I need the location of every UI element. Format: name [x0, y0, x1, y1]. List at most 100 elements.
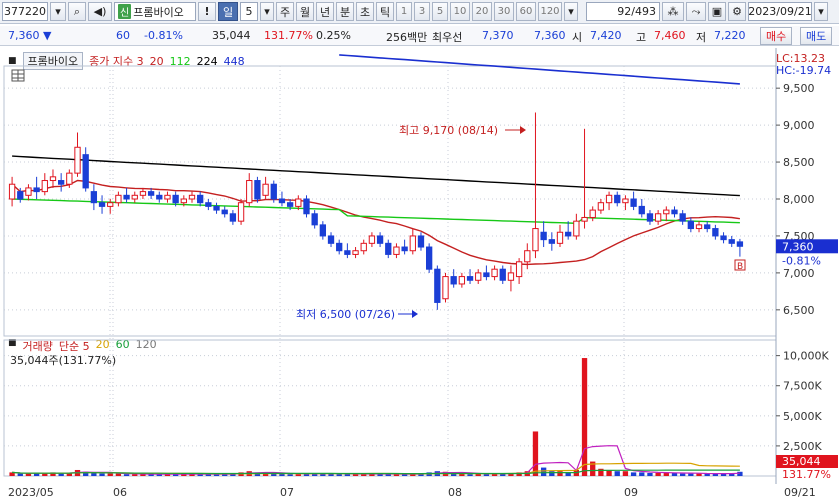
candle-body	[491, 268, 498, 278]
candle-body	[123, 194, 130, 200]
volume-tick-label: 5,000K	[783, 410, 822, 423]
candle-body	[295, 198, 302, 207]
candle-body	[589, 209, 596, 218]
volume-ma20-line	[12, 462, 740, 475]
price-tick-label: 8,000	[783, 193, 815, 206]
candle-body	[376, 235, 384, 244]
volume-bar	[115, 473, 122, 476]
candle-body	[532, 228, 539, 252]
volume-bar	[17, 473, 23, 476]
candle-body	[25, 187, 32, 196]
candle-body	[49, 176, 57, 182]
candle-body	[385, 242, 392, 255]
date-tick-label: 09	[624, 486, 638, 499]
volume-bar	[336, 474, 342, 476]
candle-body	[679, 213, 686, 222]
signal-b-label: B	[737, 262, 743, 272]
candle-body	[115, 194, 122, 204]
candle-body	[475, 272, 482, 281]
candle-body	[197, 194, 204, 204]
candle-body	[311, 213, 318, 226]
price-tick-label: 7,000	[783, 267, 815, 280]
volume-bar	[123, 474, 130, 476]
candle-body	[74, 146, 81, 174]
candle-body	[630, 198, 637, 207]
volume-bar	[295, 474, 301, 476]
candle-body	[229, 213, 237, 222]
price-chart[interactable]: 9,5009,0008,5008,0007,5007,0006,5002023/…	[0, 0, 839, 502]
volume-bar	[630, 472, 637, 476]
volume-bar	[737, 471, 743, 476]
current-price-tag-value: 7,360	[782, 240, 814, 253]
candle-body	[82, 154, 89, 189]
candle-body	[180, 198, 187, 204]
low-arrow-icon	[412, 310, 418, 318]
price-tick-label: 9,500	[783, 82, 815, 95]
candle-body	[41, 180, 48, 193]
volume-bar	[107, 473, 113, 476]
volume-tick-label: 7,500K	[783, 380, 822, 393]
candle-body	[17, 191, 24, 200]
candle-body	[278, 198, 286, 204]
candle-body	[246, 180, 253, 204]
volume-bar	[25, 473, 32, 476]
candle-body	[303, 198, 310, 215]
candle-body	[548, 239, 555, 244]
volume-ma60-line	[12, 469, 740, 475]
date-tick-label: 09/21	[784, 486, 816, 499]
price-tick-label: 9,000	[783, 119, 815, 132]
candle-body	[728, 239, 735, 244]
candle-body	[393, 246, 400, 255]
candle-body	[107, 202, 114, 207]
candle-body	[8, 183, 16, 200]
volume-tick-label: 2,500K	[783, 440, 822, 453]
candle-body	[614, 194, 621, 204]
candle-body	[507, 272, 515, 281]
volume-bar	[483, 474, 490, 476]
candle-body	[654, 213, 662, 222]
candle-body	[646, 213, 654, 222]
candle-body	[466, 276, 474, 281]
candle-body	[156, 194, 163, 200]
candle-body	[352, 250, 359, 255]
volume-tick-label: 10,000K	[783, 350, 829, 363]
candle-body	[540, 231, 547, 241]
candle-body	[720, 235, 727, 241]
volume-bar	[467, 474, 473, 476]
candle-body	[663, 209, 670, 215]
candle-body	[254, 180, 261, 200]
current-volume-tag-value: 35,044	[782, 455, 821, 468]
candle-body	[336, 242, 343, 252]
hc-indicator: HC:-19.74	[776, 64, 831, 77]
candle-body	[327, 235, 335, 244]
candle-body	[344, 250, 351, 255]
candle-body	[66, 172, 73, 185]
candle-body	[164, 194, 171, 200]
candle-body	[573, 220, 580, 237]
candle-body	[581, 216, 588, 222]
volume-bar	[622, 471, 629, 476]
candle-body	[458, 276, 466, 285]
volume-bar	[655, 472, 661, 476]
candle-body	[671, 209, 678, 215]
candle-body	[565, 231, 572, 237]
candle-body	[499, 268, 506, 281]
volume-bar	[549, 471, 555, 476]
candle-body	[687, 220, 695, 230]
candle-body	[409, 235, 416, 252]
volume-bar	[696, 473, 702, 476]
candle-body	[131, 194, 138, 200]
date-tick-label: 2023/05	[8, 486, 54, 499]
volume-panel-frame	[3, 339, 777, 477]
candle-body	[638, 205, 645, 215]
volume-bar	[344, 474, 351, 476]
candle-body	[450, 276, 457, 285]
date-tick-label: 06	[113, 486, 127, 499]
price-tick-label: 8,500	[783, 156, 815, 169]
low-annotation: 최저 6,500 (07/26)	[296, 308, 395, 321]
high-annotation: 최고 9,170 (08/14)	[399, 124, 498, 137]
current-price-tag-pct: -0.81%	[782, 254, 821, 267]
volume-bar	[614, 471, 620, 476]
candle-body	[221, 209, 228, 215]
candle-body	[368, 235, 376, 244]
